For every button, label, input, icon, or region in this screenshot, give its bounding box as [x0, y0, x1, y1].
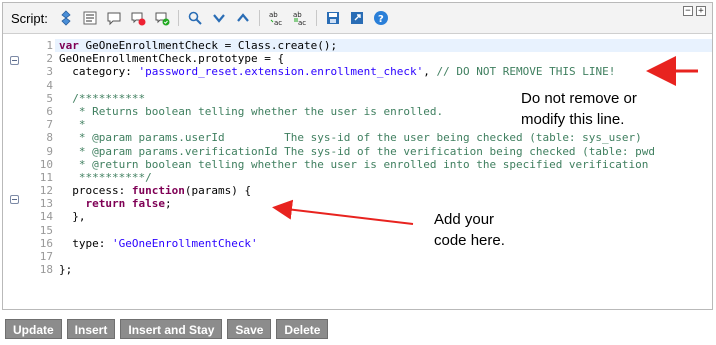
update-button[interactable]: Update [5, 319, 62, 339]
annotation-bottom-text: Add your code here. [434, 209, 505, 251]
insert-button[interactable]: Insert [66, 319, 116, 339]
annotation-text-line: code here. [434, 232, 505, 249]
bottom-annotation-arrow [272, 199, 414, 225]
annotation-top-line: Do not remove or modify this line. [521, 88, 637, 130]
annotation-top-text: Do not remove or modify this line. [521, 88, 637, 130]
annotation-text-line: modify this line. [521, 111, 625, 128]
form-buttons: Update Insert Insert and Stay Save Delet… [5, 319, 329, 339]
annotation-bottom-line: Add your code here. [434, 209, 505, 251]
annotation-text-line: Do not remove or [521, 90, 637, 107]
annotation-text-line: Add your [434, 211, 495, 228]
insert-and-stay-button[interactable]: Insert and Stay [120, 319, 223, 339]
annotation-arrows [272, 56, 698, 225]
save-button[interactable]: Save [227, 319, 272, 339]
delete-button[interactable]: Delete [276, 319, 329, 339]
